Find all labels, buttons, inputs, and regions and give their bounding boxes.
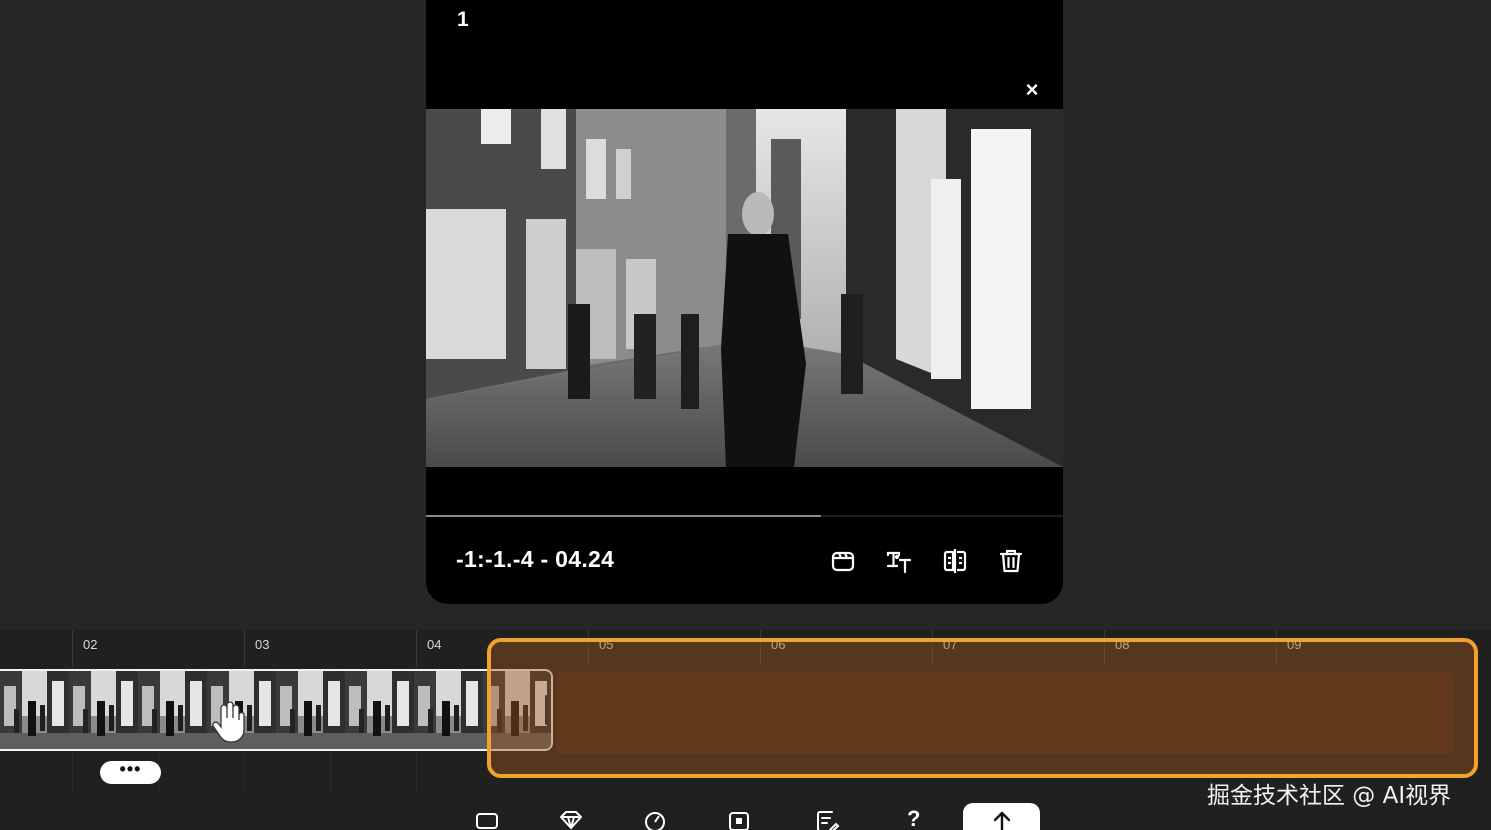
speed-icon[interactable]	[641, 808, 669, 830]
ruler-tick	[244, 630, 245, 666]
video-clip-strip[interactable]	[0, 669, 553, 751]
playback-progress-track[interactable]	[426, 515, 1063, 517]
playback-progress-fill	[426, 515, 821, 517]
notes-icon[interactable]	[813, 808, 841, 830]
clip-tool-group	[828, 546, 1026, 576]
ruler-label: 03	[255, 637, 270, 652]
split-icon[interactable]	[940, 546, 970, 576]
watermark-text: 掘金技术社区 @ AI视界	[1207, 783, 1452, 809]
frame-icon[interactable]	[473, 808, 501, 830]
crop-icon[interactable]	[725, 808, 753, 830]
text-style-icon[interactable]	[884, 546, 914, 576]
video-preview[interactable]	[426, 109, 1063, 467]
clip-drop-zone[interactable]	[487, 638, 1478, 778]
upload-button[interactable]	[963, 803, 1040, 830]
close-icon[interactable]: ×	[1018, 76, 1046, 104]
ruler-label: 02	[83, 637, 98, 652]
clip-index: 1	[457, 8, 469, 31]
ruler-label: 04	[427, 637, 442, 652]
editor-stage: 1 × -1:-1.-4 - 04.24 02 03 04 05 06 07 0…	[0, 0, 1491, 830]
diamond-icon[interactable]	[557, 808, 585, 830]
upload-arrow-icon	[993, 811, 1011, 830]
help-button[interactable]: ?	[907, 806, 920, 830]
ruler-tick	[416, 630, 417, 666]
timecode-range: -1:-1.-4 - 04.24	[456, 546, 615, 572]
clip-preview-card: 1 × -1:-1.-4 - 04.24	[426, 0, 1063, 604]
drop-zone-placeholder-track	[557, 672, 1453, 754]
clip-more-button[interactable]: •••	[100, 760, 161, 784]
ruler-tick	[72, 630, 73, 666]
trash-icon[interactable]	[996, 546, 1026, 576]
clapperboard-icon[interactable]	[828, 546, 858, 576]
